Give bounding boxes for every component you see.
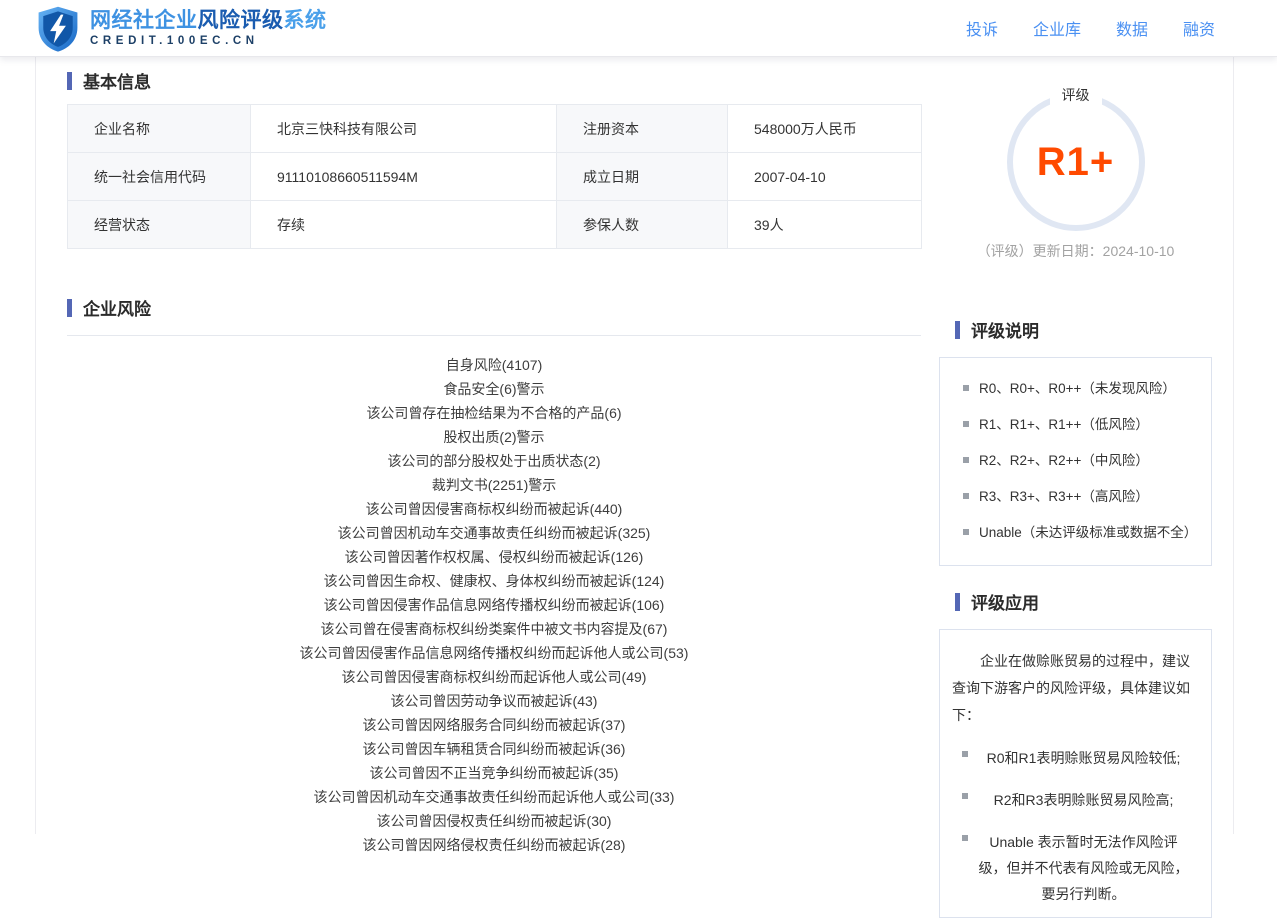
risk-item: 自身风险(4107)	[445, 357, 543, 373]
section-bar-icon	[67, 298, 72, 317]
legend-item: R0、R0+、R0++（未发现风险）	[953, 379, 1198, 398]
risk-item: 该公司曾在侵害商标权纠纷类案件中被文书内容提及(67)	[320, 621, 668, 637]
risk-item: 该公司曾因不正当竞争纠纷而被起诉(35)	[369, 765, 619, 781]
risk-item: 该公司曾因著作权权属、侵权纠纷而被起诉(126)	[344, 549, 644, 565]
legend-item: Unable（未达评级标准或数据不全）	[953, 523, 1198, 542]
nav-item[interactable]: 投诉	[966, 16, 998, 40]
bullet-icon	[963, 421, 969, 427]
legend-title-text: 评级说明	[971, 322, 1039, 341]
bullet-icon	[963, 457, 969, 463]
section-bar-icon	[955, 320, 960, 339]
bullet-icon	[963, 493, 969, 499]
bullet-icon	[963, 385, 969, 391]
bullet-icon	[962, 793, 968, 799]
info-value: 39人	[727, 200, 922, 249]
usage-box: 企业在做赊账贸易的过程中，建议查询下游客户的风险评级，具体建议如下： R0和R1…	[939, 629, 1212, 918]
info-value: 548000万人民币	[727, 104, 922, 153]
risk-item: 该公司曾因网络服务合同纠纷而被起诉(37)	[362, 717, 626, 733]
brand-title: 网经社企业风险评级系统	[90, 9, 327, 32]
rating-update-date: （评级）更新日期：2024-10-10	[976, 243, 1175, 259]
risk-item: 该公司曾因生命权、健康权、身体权纠纷而被起诉(124)	[323, 573, 665, 589]
usage-title: 评级应用	[939, 589, 1212, 614]
risk-item: 该公司曾因侵害作品信息网络传播权纠纷而被起诉(106)	[323, 597, 665, 613]
nav-item[interactable]: 数据	[1116, 16, 1148, 40]
info-label: 参保人数	[556, 200, 728, 249]
usage-text: R2和R3表明赊账贸易风险高;	[993, 792, 1174, 808]
rating-label: 评级	[1049, 85, 1102, 105]
info-label: 企业名称	[67, 104, 251, 153]
risk-item: 该公司曾因机动车交通事故责任纠纷而被起诉(325)	[337, 525, 651, 541]
section-bar-icon	[67, 71, 72, 90]
risk-item: 该公司曾因机动车交通事故责任纠纷而起诉他人或公司(33)	[313, 789, 675, 805]
shield-lightning-icon	[38, 6, 78, 52]
nav-item[interactable]: 融资	[1183, 16, 1215, 40]
main-column: 基本信息 企业名称 北京三快科技有限公司 注册资本 548000万人民币 统一社…	[67, 57, 922, 857]
info-label: 成立日期	[556, 152, 728, 201]
bullet-icon	[962, 751, 968, 757]
legend-text: R2、R2+、R2++（中风险）	[979, 453, 1149, 468]
usage-intro: 企业在做赊账贸易的过程中，建议查询下游客户的风险评级，具体建议如下：	[952, 653, 1190, 723]
risk-title-text: 企业风险	[83, 300, 151, 319]
risk-item: 该公司曾因侵害商标权纠纷而起诉他人或公司(49)	[341, 669, 647, 685]
rating-widget: 评级 R1+	[986, 85, 1166, 231]
main-nav: 投诉 企业库 数据 融资	[966, 16, 1215, 40]
usage-item: R0和R1表明赊账贸易风险较低;	[952, 745, 1199, 771]
risk-item: 该公司曾因侵害作品信息网络传播权纠纷而起诉他人或公司(53)	[299, 645, 689, 661]
risk-item: 该公司曾因网络侵权责任纠纷而被起诉(28)	[362, 837, 626, 853]
info-value: 存续	[250, 200, 557, 249]
bullet-icon	[963, 529, 969, 535]
table-row: 经营状态 存续 参保人数 39人	[67, 200, 922, 249]
risk-divider	[67, 335, 921, 336]
usage-text: R0和R1表明赊账贸易风险较低;	[986, 750, 1181, 766]
legend-text: R1、R1+、R1++（低风险）	[979, 417, 1149, 432]
nav-item[interactable]: 企业库	[1033, 16, 1081, 40]
info-label: 注册资本	[556, 104, 728, 153]
usage-item: Unable 表示暂时无法作风险评级，但并不代表有风险或无风险，要另行判断。	[952, 829, 1199, 907]
risk-item: 股权出质(2)警示	[443, 429, 545, 445]
usage-item: R2和R3表明赊账贸易风险高;	[952, 787, 1199, 813]
usage-list: R0和R1表明赊账贸易风险较低; R2和R3表明赊账贸易风险高; Unable …	[952, 745, 1199, 907]
info-label: 统一社会信用代码	[67, 152, 251, 201]
table-row: 企业名称 北京三快科技有限公司 注册资本 548000万人民币	[67, 104, 922, 153]
legend-item: R3、R3+、R3++（高风险）	[953, 487, 1198, 506]
top-header: 网经社企业风险评级系统 CREDIT.100EC.CN 投诉 企业库 数据 融资	[0, 0, 1277, 57]
sidebar: 评级 R1+ （评级）更新日期：2024-10-10 评级说明 R0、R0+、R…	[939, 57, 1212, 918]
legend-title: 评级说明	[939, 317, 1212, 342]
info-label: 经营状态	[67, 200, 251, 249]
brand-logo[interactable]: 网经社企业风险评级系统 CREDIT.100EC.CN	[35, 2, 327, 54]
legend-box: R0、R0+、R0++（未发现风险） R1、R1+、R1++（低风险） R2、R…	[939, 357, 1212, 566]
risk-item: 该公司曾存在抽检结果为不合格的产品(6)	[366, 405, 622, 421]
legend-item: R1、R1+、R1++（低风险）	[953, 415, 1198, 434]
basic-info-title-text: 基本信息	[83, 73, 151, 92]
info-value: 北京三快科技有限公司	[250, 104, 557, 153]
legend-text: R3、R3+、R3++（高风险）	[979, 489, 1149, 504]
bullet-icon	[962, 835, 968, 841]
basic-info-title: 基本信息	[67, 68, 921, 93]
risk-item: 食品安全(6)警示	[443, 381, 545, 397]
basic-info-table: 企业名称 北京三快科技有限公司 注册资本 548000万人民币 统一社会信用代码…	[67, 104, 922, 249]
brand-domain: CREDIT.100EC.CN	[90, 35, 259, 47]
info-value: 91110108660511594M	[250, 152, 557, 201]
risk-list: 自身风险(4107) 食品安全(6)警示 该公司曾存在抽检结果为不合格的产品(6…	[67, 353, 921, 857]
risk-item: 该公司的部分股权处于出质状态(2)	[387, 453, 601, 469]
legend-text: Unable（未达评级标准或数据不全）	[979, 525, 1198, 540]
risk-item: 该公司曾因侵权责任纠纷而被起诉(30)	[376, 813, 612, 829]
rating-value: R1+	[1036, 139, 1115, 184]
section-bar-icon	[955, 592, 960, 611]
usage-title-text: 评级应用	[971, 594, 1039, 613]
rating-circle: R1+	[1006, 93, 1145, 231]
legend-text: R0、R0+、R0++（未发现风险）	[979, 381, 1176, 396]
usage-text: Unable 表示暂时无法作风险评级，但并不代表有风险或无风险，要另行判断。	[978, 834, 1189, 902]
info-value: 2007-04-10	[727, 152, 922, 201]
brand-text: 网经社企业风险评级系统 CREDIT.100EC.CN	[90, 9, 327, 47]
risk-item: 该公司曾因车辆租赁合同纠纷而被起诉(36)	[362, 741, 626, 757]
risk-item: 裁判文书(2251)警示	[431, 477, 557, 493]
legend-item: R2、R2+、R2++（中风险）	[953, 451, 1198, 470]
table-row: 统一社会信用代码 91110108660511594M 成立日期 2007-04…	[67, 152, 922, 201]
risk-item: 该公司曾因劳动争议而被起诉(43)	[390, 693, 598, 709]
risk-item: 该公司曾因侵害商标权纠纷而被起诉(440)	[365, 501, 623, 517]
content-panel: 基本信息 企业名称 北京三快科技有限公司 注册资本 548000万人民币 统一社…	[35, 57, 1234, 918]
risk-title: 企业风险	[67, 295, 921, 320]
